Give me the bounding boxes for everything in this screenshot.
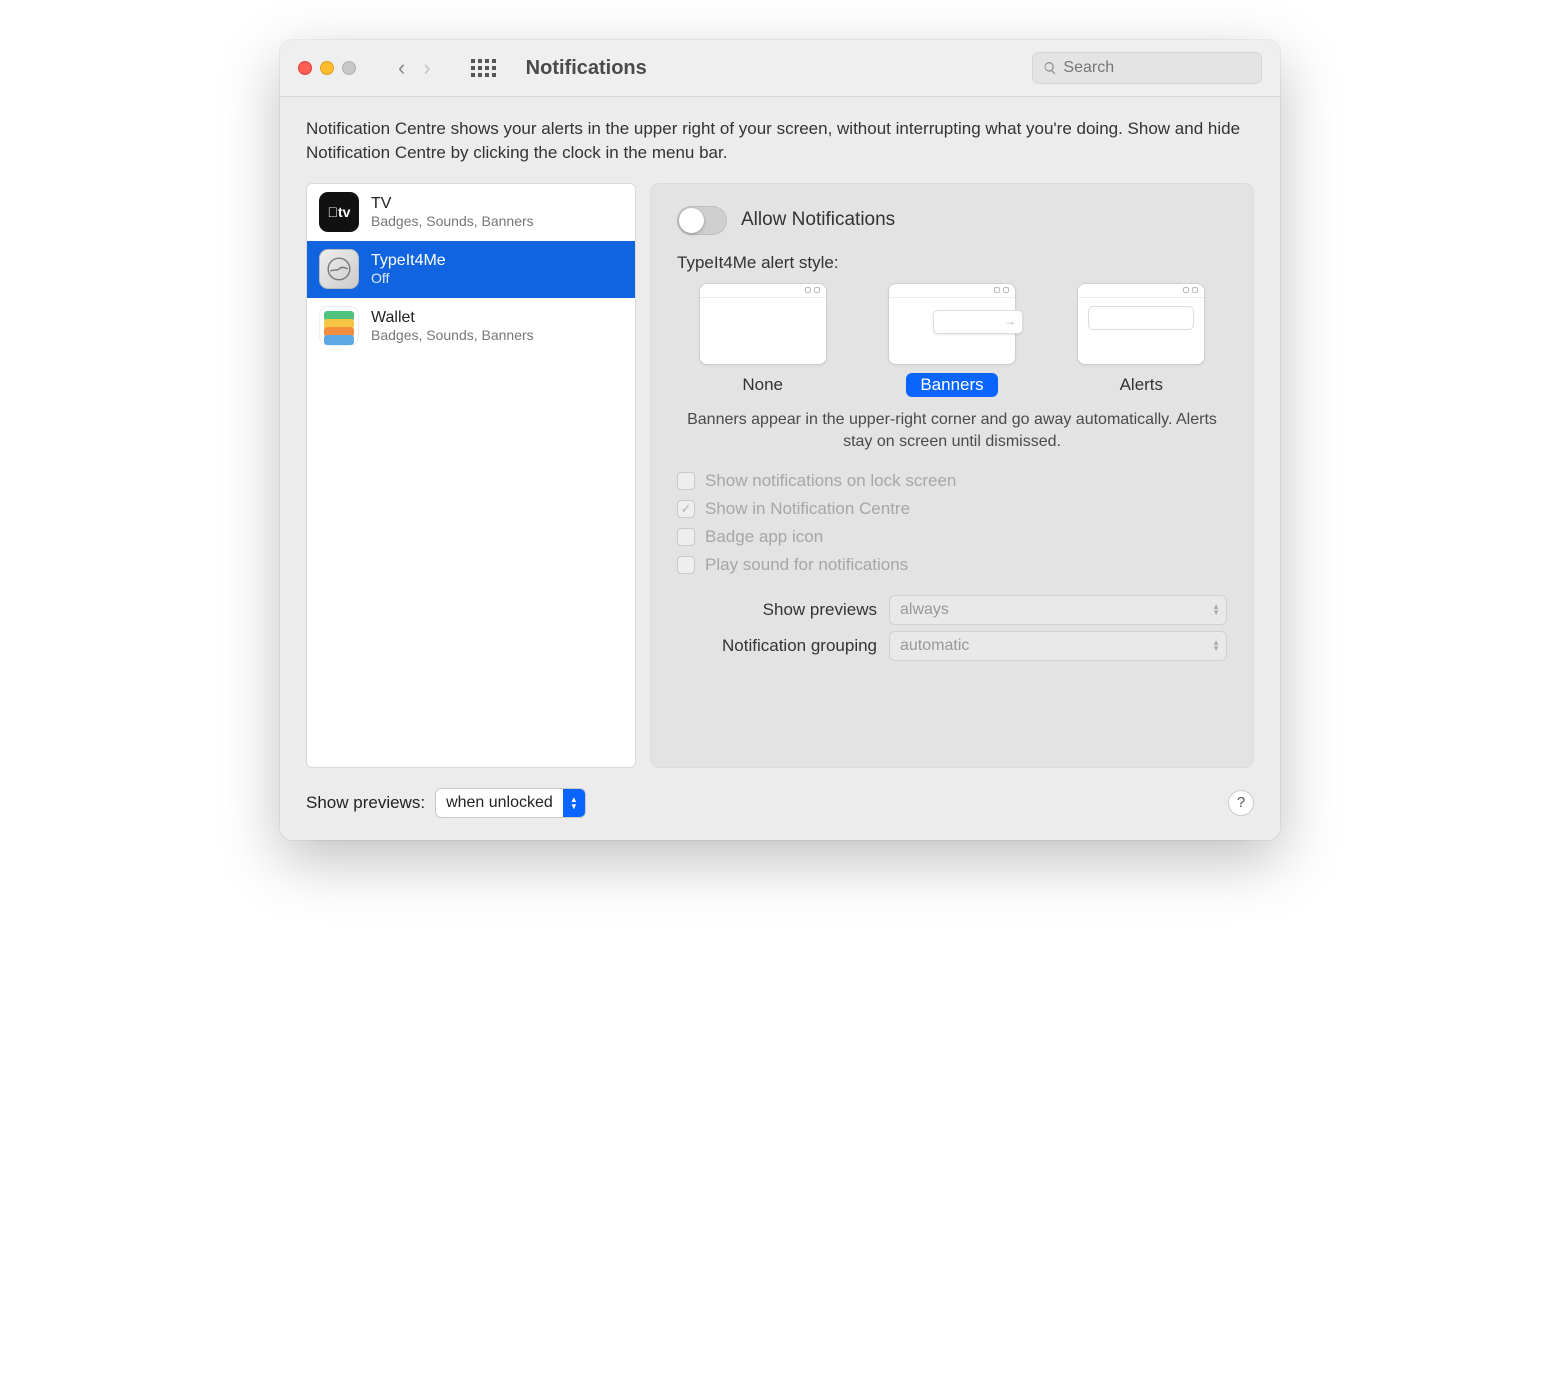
window-title: Notifications: [526, 57, 647, 80]
detail-panel: Allow Notifications TypeIt4Me alert styl…: [650, 183, 1254, 768]
grouping-label: Notification grouping: [677, 636, 877, 656]
app-sub: Badges, Sounds, Banners: [371, 327, 534, 343]
allow-notifications-label: Allow Notifications: [741, 209, 895, 231]
checkbox-icon[interactable]: [677, 472, 695, 490]
alert-style-heading: TypeIt4Me alert style:: [677, 253, 1227, 273]
banners-thumb-icon: [888, 283, 1016, 365]
typeit4me-icon: [319, 249, 359, 289]
check-badge-icon[interactable]: Badge app icon: [677, 527, 1227, 547]
body: Notification Centre shows your alerts in…: [280, 97, 1280, 840]
chevron-updown-icon: ▲▼: [1212, 640, 1220, 652]
select-value: when unlocked: [436, 794, 563, 812]
search-icon: [1043, 60, 1057, 76]
select-value: automatic: [900, 637, 969, 655]
alert-style-description: Banners appear in the upper-right corner…: [687, 409, 1217, 454]
show-previews-select[interactable]: always ▲▼: [889, 595, 1227, 625]
checkbox-icon[interactable]: [677, 528, 695, 546]
app-row-typeit4me[interactable]: TypeIt4Me Off: [307, 241, 635, 298]
style-label: None: [728, 373, 797, 397]
chevron-updown-icon: ▲▼: [1212, 604, 1220, 616]
search-field[interactable]: [1032, 52, 1262, 84]
app-sub: Off: [371, 270, 446, 286]
window-controls: [298, 61, 356, 75]
preferences-window: ‹ › Notifications Notification Centre sh…: [280, 40, 1280, 840]
columns: tv TV Badges, Sounds, Banners TypeIt4Me…: [306, 183, 1254, 768]
minimize-icon[interactable]: [320, 61, 334, 75]
alert-style-banners[interactable]: Banners: [866, 283, 1037, 397]
check-label: Badge app icon: [705, 527, 823, 547]
check-label: Show notifications on lock screen: [705, 471, 956, 491]
check-label: Play sound for notifications: [705, 555, 908, 575]
help-button[interactable]: ?: [1228, 790, 1254, 816]
app-name: TypeIt4Me: [371, 252, 446, 270]
style-label: Alerts: [1106, 373, 1177, 397]
wallet-icon: [319, 306, 359, 346]
allow-notifications-toggle[interactable]: [677, 206, 727, 235]
alerts-thumb-icon: [1077, 283, 1205, 365]
app-name: Wallet: [371, 309, 534, 327]
checkbox-icon[interactable]: ✓: [677, 500, 695, 518]
back-button[interactable]: ‹: [398, 55, 405, 81]
app-row-wallet[interactable]: Wallet Badges, Sounds, Banners: [307, 298, 635, 355]
check-notification-centre[interactable]: ✓ Show in Notification Centre: [677, 499, 1227, 519]
tv-icon: tv: [319, 192, 359, 232]
search-input[interactable]: [1063, 59, 1251, 77]
footer-show-previews-select[interactable]: when unlocked ▲▼: [435, 788, 586, 818]
chevron-updown-icon: ▲▼: [563, 789, 585, 817]
app-sub: Badges, Sounds, Banners: [371, 213, 534, 229]
titlebar: ‹ › Notifications: [280, 40, 1280, 97]
app-row-tv[interactable]: tv TV Badges, Sounds, Banners: [307, 184, 635, 241]
check-label: Show in Notification Centre: [705, 499, 910, 519]
footer-show-previews-label: Show previews:: [306, 793, 425, 813]
nav-arrows: ‹ ›: [398, 55, 431, 81]
check-lock-screen[interactable]: Show notifications on lock screen: [677, 471, 1227, 491]
show-all-icon[interactable]: [471, 59, 496, 77]
zoom-icon: [342, 61, 356, 75]
none-thumb-icon: [699, 283, 827, 365]
app-name: TV: [371, 195, 534, 213]
intro-text: Notification Centre shows your alerts in…: [306, 117, 1254, 165]
show-previews-label: Show previews: [677, 600, 877, 620]
app-list[interactable]: tv TV Badges, Sounds, Banners TypeIt4Me…: [306, 183, 636, 768]
alert-style-none[interactable]: None: [677, 283, 848, 397]
alert-style-alerts[interactable]: Alerts: [1056, 283, 1227, 397]
check-play-sound[interactable]: Play sound for notifications: [677, 555, 1227, 575]
footer: Show previews: when unlocked ▲▼ ?: [306, 788, 1254, 818]
alert-style-options: None Banners Alerts: [677, 283, 1227, 397]
select-value: always: [900, 601, 949, 619]
checkbox-icon[interactable]: [677, 556, 695, 574]
close-icon[interactable]: [298, 61, 312, 75]
grouping-select[interactable]: automatic ▲▼: [889, 631, 1227, 661]
style-label: Banners: [906, 373, 997, 397]
forward-button[interactable]: ›: [423, 55, 430, 81]
